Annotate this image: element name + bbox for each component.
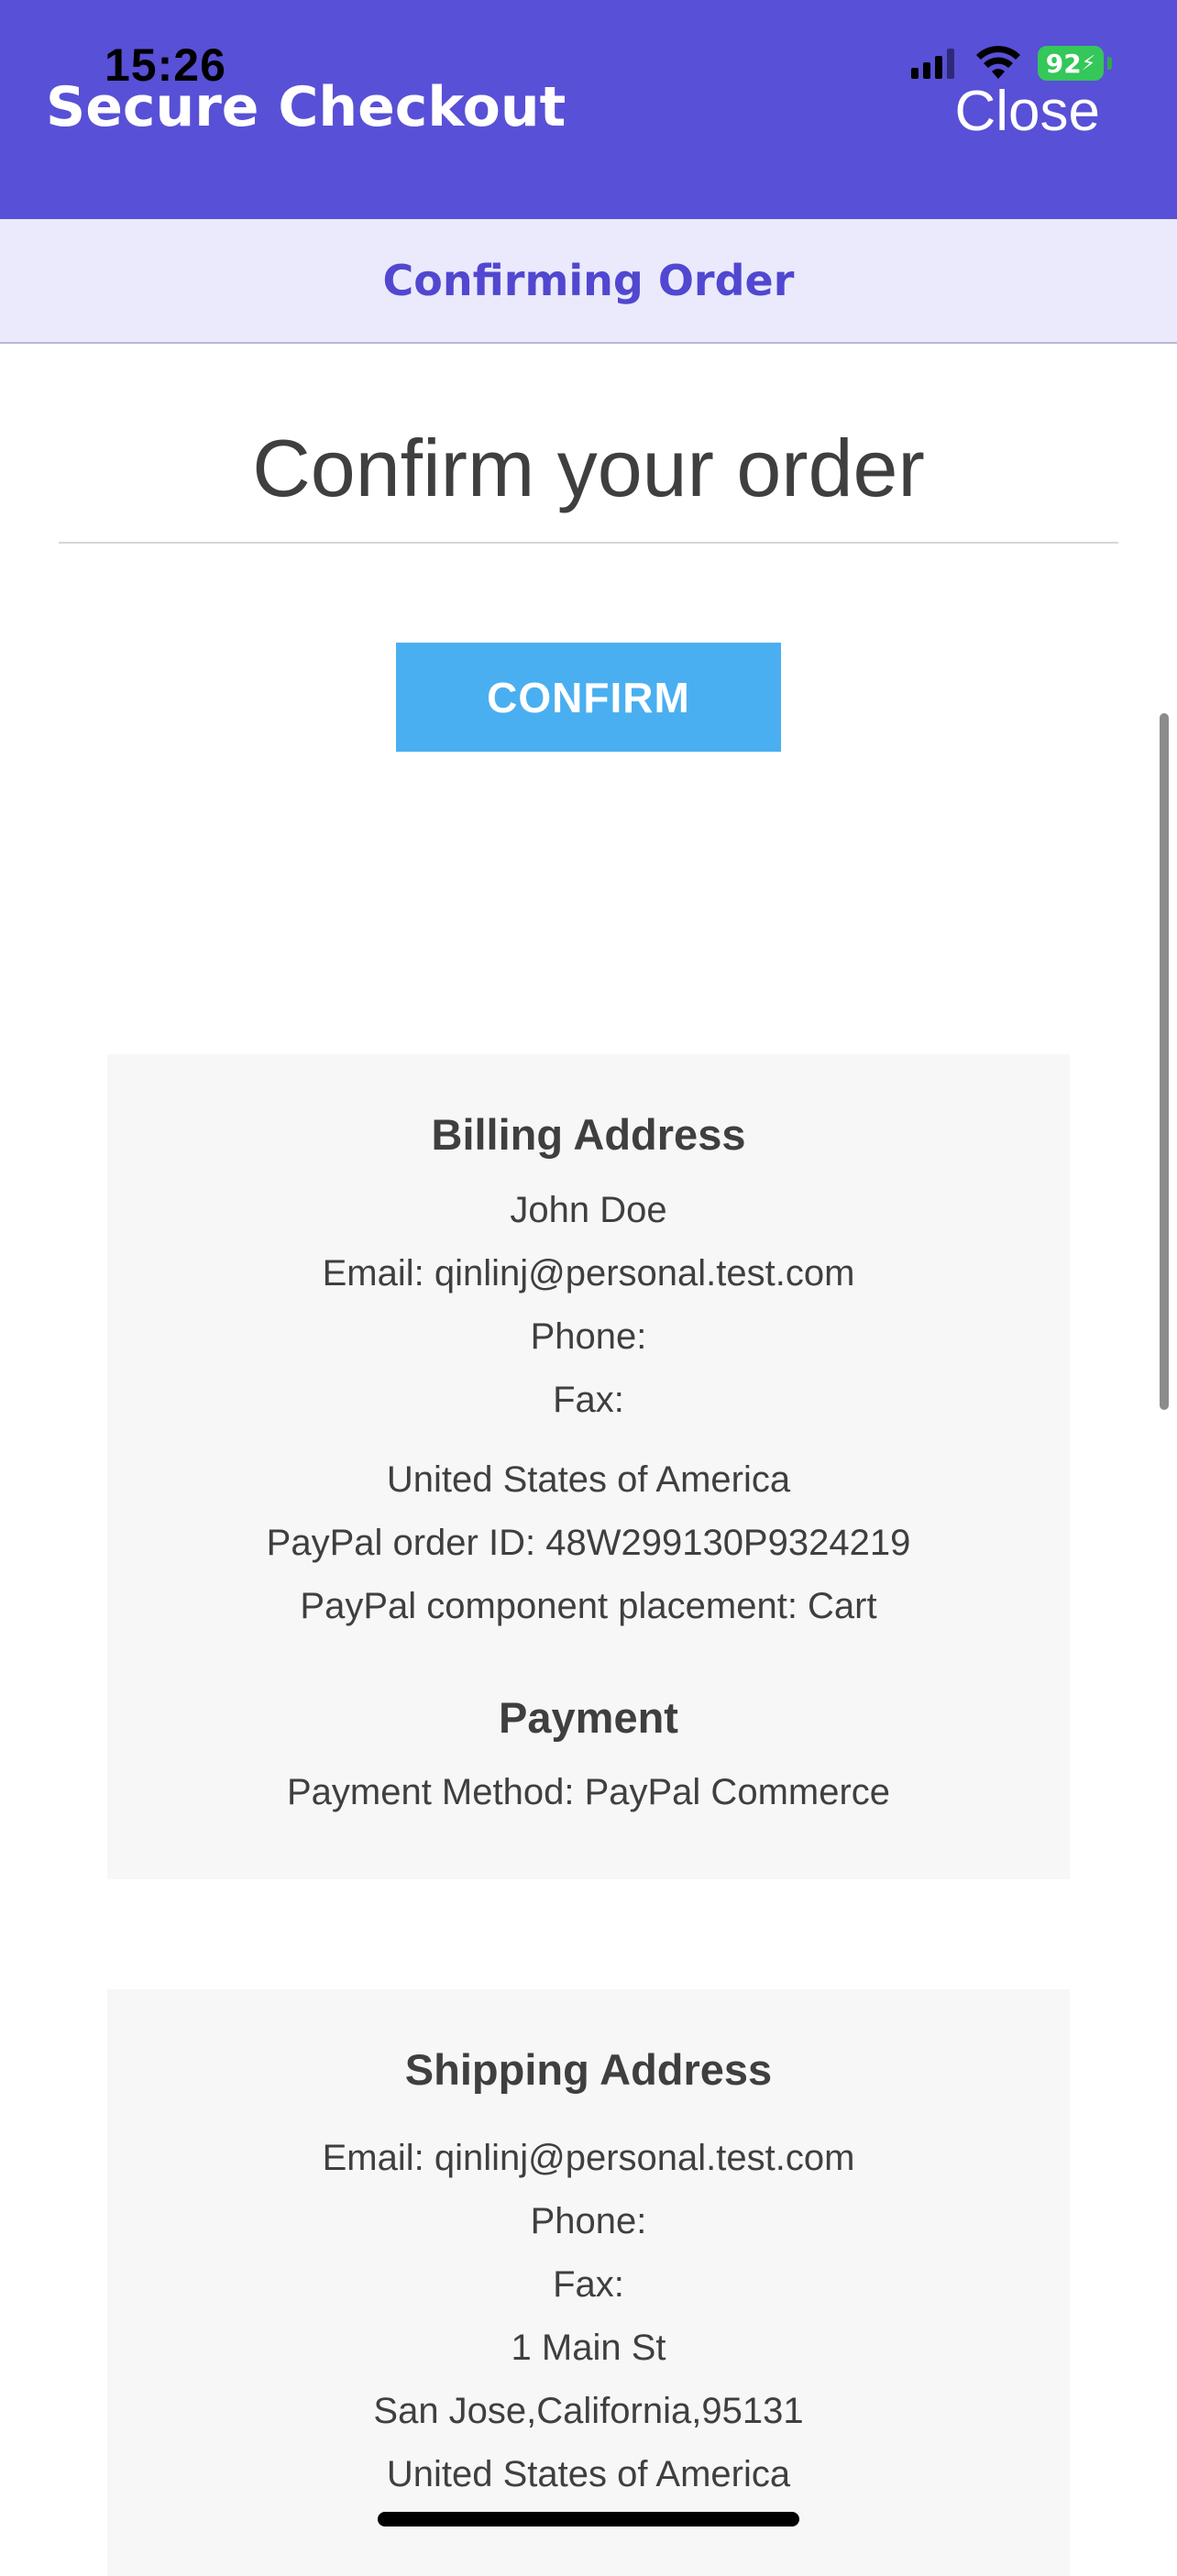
status-icons: 92 ⚡ [911,46,1112,81]
subheader-bar: Confirming Order [0,219,1177,344]
shipping-fax: Fax: [553,2264,624,2305]
page-title: Confirm your order [252,423,925,513]
header-title: Secure Checkout [46,75,566,139]
wifi-icon [976,46,1020,79]
shipping-country: United States of America [386,2454,791,2494]
payment-title: Payment [499,1693,678,1742]
shipping-card: Shipping Address Email: qinlinj@personal… [107,1989,1070,2576]
scrollbar[interactable] [1160,713,1169,1410]
confirm-button[interactable]: CONFIRM [396,643,781,752]
shipping-city: San Jose,California,95131 [373,2391,804,2431]
battery-icon: 92 ⚡ [1038,46,1112,81]
billing-phone: Phone: [530,1316,647,1357]
app-header: 15:26 92 ⚡ Secure Checkout Close [0,0,1177,219]
billing-country: United States of America [386,1459,791,1500]
billing-order-id: PayPal order ID: 48W299130P9324219 [266,1523,911,1563]
battery-level: 92 [1045,48,1082,79]
home-indicator[interactable] [378,2512,799,2526]
shipping-title: Shipping Address [404,2045,773,2094]
close-button[interactable]: Close [954,79,1100,144]
heading-divider [59,542,1118,544]
billing-email: Email: qinlinj@personal.test.com [322,1253,855,1294]
shipping-street: 1 Main St [511,2328,666,2368]
billing-card: Billing Address John Doe Email: qinlinj@… [107,1054,1070,1879]
billing-placement: PayPal component placement: Cart [300,1586,877,1626]
subheader-title: Confirming Order [382,256,795,305]
billing-name: John Doe [510,1190,667,1230]
billing-title: Billing Address [431,1110,746,1159]
payment-method: Payment Method: PayPal Commerce [286,1772,891,1812]
billing-fax: Fax: [553,1380,624,1420]
signal-icon [911,49,954,79]
shipping-email: Email: qinlinj@personal.test.com [322,2138,855,2178]
shipping-phone: Phone: [530,2201,647,2241]
